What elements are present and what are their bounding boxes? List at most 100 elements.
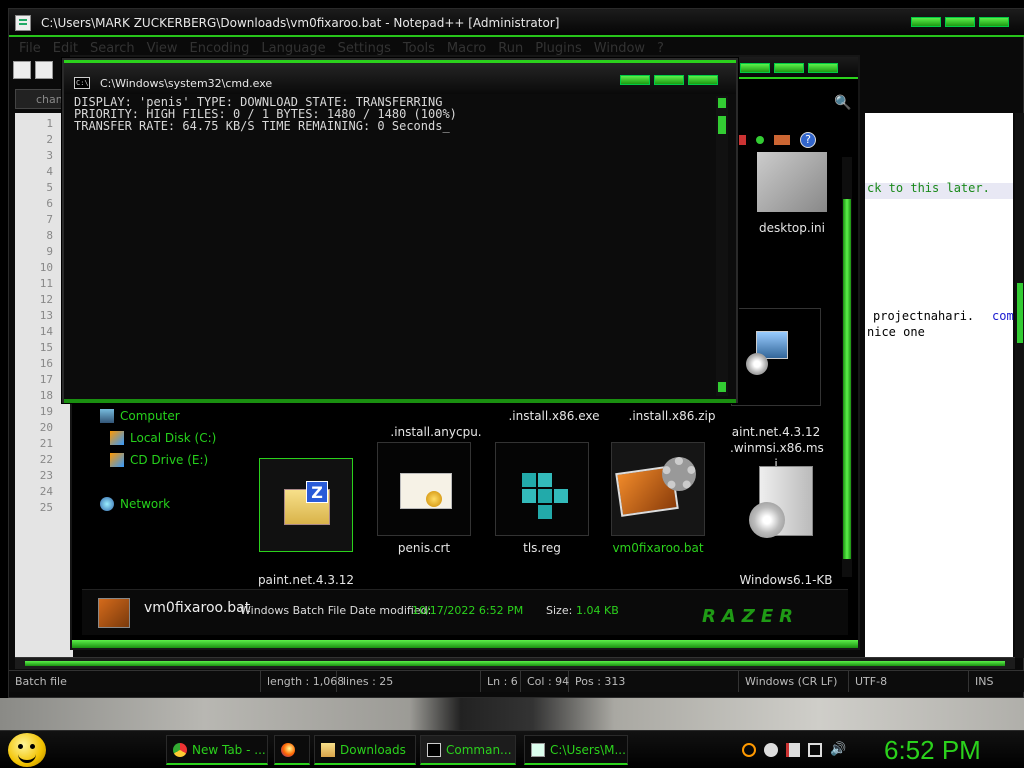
taskbar-item-downloads[interactable]: Downloads	[314, 735, 416, 765]
file-label: .install.x86.zip	[628, 409, 716, 423]
file-item-penis-crt[interactable]: penis.crt	[374, 442, 474, 556]
maximize-button[interactable]	[654, 75, 684, 85]
file-label: desktop.ini	[759, 221, 825, 235]
cmd-title: C:\Windows\system32\cmd.exe	[100, 77, 273, 90]
line-number: 21	[39, 437, 53, 450]
minimize-button[interactable]	[911, 17, 941, 27]
notepadpp-titlebar[interactable]: C:\Users\MARK ZUCKERBERG\Downloads\vm0fi…	[9, 9, 1024, 37]
navigation-pane: Computer Local Disk (C:) CD Drive (E:) N…	[82, 397, 242, 577]
close-button[interactable]	[688, 75, 718, 85]
status-col: Col : 94	[521, 671, 569, 692]
line-number: 23	[39, 469, 53, 482]
action-center-icon[interactable]	[786, 743, 800, 757]
status-ln: Ln : 6	[481, 671, 521, 692]
nav-label: Network	[120, 497, 171, 511]
line-number: 10	[39, 261, 53, 274]
certificate-icon	[377, 442, 471, 536]
search-icon[interactable]	[742, 743, 756, 757]
cmd-bottom-border	[64, 399, 736, 403]
status-eol[interactable]: Windows (CR LF)	[739, 671, 849, 692]
nav-item-computer[interactable]: Computer	[100, 409, 180, 423]
file-label: vm0fixaroo.bat	[612, 541, 704, 555]
new-file-icon[interactable]	[13, 61, 31, 79]
code-comment: ck to this later.	[867, 181, 990, 195]
file-item-x86-exe[interactable]: .install.x86.exe	[494, 408, 614, 424]
start-button[interactable]	[8, 733, 46, 767]
status-lines: lines : 25	[337, 671, 481, 692]
nav-item-local-disk[interactable]: Local Disk (C:)	[110, 431, 216, 445]
cmd-window-controls	[620, 75, 718, 85]
details-size-label: Size:	[546, 604, 573, 617]
taskbar-label: C:\Users\M...	[550, 742, 626, 757]
open-file-icon[interactable]	[35, 61, 53, 79]
status-file-type: Batch file	[9, 671, 261, 692]
close-button[interactable]	[979, 17, 1009, 27]
firefox-icon	[281, 742, 295, 757]
menu-file[interactable]: File	[19, 39, 41, 59]
clock[interactable]: 6:52 PM	[884, 735, 981, 766]
cmd-icon: C:\	[74, 77, 90, 89]
search-icon[interactable]: 🔍	[834, 95, 854, 115]
network-icon[interactable]	[808, 743, 822, 757]
line-number: 6	[46, 197, 53, 210]
details-pane: vm0fixaroo.bat Windows Batch File Date m…	[82, 589, 848, 635]
drive-icon	[110, 431, 124, 445]
line-number: 9	[46, 245, 53, 258]
file-list-scrollbar[interactable]	[842, 157, 852, 577]
nav-item-network[interactable]: Network	[100, 497, 170, 511]
registry-icon	[495, 442, 589, 536]
maximize-button[interactable]	[774, 63, 804, 73]
line-number: 20	[39, 421, 53, 434]
file-item-vm0fixaroo-bat[interactable]: vm0fixaroo.bat	[608, 442, 708, 556]
taskbar-item-cmd[interactable]: Comman...	[420, 735, 516, 765]
code-text: projectnahari.	[873, 309, 975, 323]
file-item-x86-zip[interactable]: .install.x86.zip	[612, 408, 732, 424]
line-number: 15	[39, 341, 53, 354]
console-line: TRANSFER RATE: 64.75 KB/S TIME REMAINING…	[74, 119, 450, 133]
notepadpp-statusbar: Batch file length : 1,068 lines : 25 Ln …	[9, 670, 1024, 692]
taskbar-item-firefox[interactable]	[274, 735, 310, 765]
zip-folder-icon: Z	[259, 458, 353, 552]
cmd-scrollbar-thumb[interactable]	[718, 116, 726, 134]
cmd-icon	[427, 742, 441, 757]
line-number: 13	[39, 309, 53, 322]
line-number: 4	[46, 165, 53, 178]
nav-item-cd-drive[interactable]: CD Drive (E:)	[110, 453, 208, 467]
editor-horizontal-scrollbar[interactable]	[15, 657, 1015, 669]
taskbar-item-chrome[interactable]: New Tab - ...	[166, 735, 268, 765]
file-item-paint-zip[interactable]: Z paint.net.4.3.12 .winmsi.x86.zip	[256, 442, 356, 604]
code-text: nice one	[867, 325, 925, 339]
razer-logo: RAZER	[702, 606, 799, 627]
cmd-console-output[interactable]: DISPLAY: 'penis' TYPE: DOWNLOAD STATE: T…	[74, 96, 714, 396]
line-number: 2	[46, 133, 53, 146]
line-number: 22	[39, 453, 53, 466]
status-icon[interactable]	[764, 743, 778, 757]
file-label: tls.reg	[523, 541, 561, 555]
line-number: 24	[39, 485, 53, 498]
cmd-titlebar[interactable]: C:\ C:\Windows\system32\cmd.exe	[64, 60, 736, 94]
cd-drive-icon	[110, 453, 124, 467]
taskbar-label: New Tab - ...	[192, 742, 266, 757]
explorer-window-controls	[740, 63, 838, 73]
cmd-window: C:\ C:\Windows\system32\cmd.exe DISPLAY:…	[62, 58, 738, 403]
close-button[interactable]	[808, 63, 838, 73]
minimize-button[interactable]	[740, 63, 770, 73]
status-encoding[interactable]: UTF-8	[849, 671, 969, 692]
file-item-desktop-ini[interactable]: desktop.ini	[732, 152, 852, 236]
file-item-tls-reg[interactable]: tls.reg	[492, 442, 592, 556]
editor-text-area[interactable]: ck to this later. projectnahari. com nic…	[865, 113, 1014, 658]
line-number: 25	[39, 501, 53, 514]
taskbar-item-notepadpp[interactable]: C:\Users\M...	[524, 735, 628, 765]
taskbar-label: Downloads	[340, 742, 406, 757]
file-label: penis.crt	[397, 541, 451, 555]
nav-label: Computer	[120, 409, 180, 423]
editor-vertical-scrollbar[interactable]	[1015, 113, 1024, 658]
status-pos: Pos : 313	[569, 671, 739, 692]
file-label: .install.x86.exe	[508, 409, 600, 423]
line-number: 7	[46, 213, 53, 226]
maximize-button[interactable]	[945, 17, 975, 27]
volume-icon[interactable]: 🔊	[830, 743, 846, 757]
minimize-button[interactable]	[620, 75, 650, 85]
cmd-scrollbar[interactable]	[716, 96, 728, 396]
details-file-name: vm0fixaroo.bat	[144, 600, 251, 616]
